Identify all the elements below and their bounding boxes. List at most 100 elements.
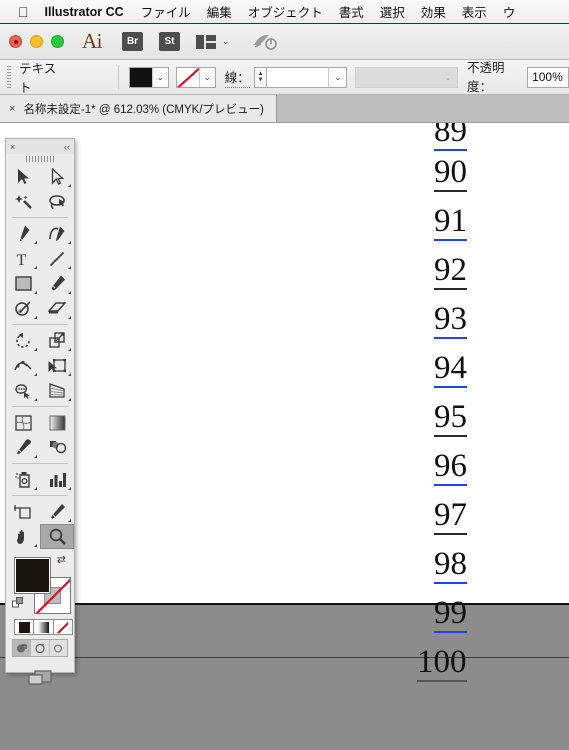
tools-divider [12, 406, 68, 407]
stroke-weight-stepper[interactable]: ▲ ▼ [253, 66, 267, 88]
tools-panel-header: × ‹‹ [6, 139, 74, 154]
fill-color-control[interactable]: ⌄ [128, 66, 169, 88]
color-mode-buttons [14, 619, 73, 635]
stroke-swatch-none-icon[interactable] [176, 67, 199, 87]
artboard-guide-line [0, 657, 569, 658]
window-zoom-button[interactable] [51, 35, 64, 48]
fill-color-swatch[interactable] [14, 557, 51, 594]
flyout-indicator-icon [34, 398, 37, 401]
zoom-tool[interactable] [40, 524, 74, 549]
normal-screen-mode-button[interactable] [13, 640, 32, 656]
width-tool[interactable] [6, 353, 40, 378]
full-screen-with-menu-button[interactable] [31, 640, 50, 656]
free-transform-tool[interactable] [40, 353, 74, 378]
menu-item-view[interactable]: 表示 [462, 2, 487, 21]
control-bar-grip[interactable] [6, 66, 14, 88]
curvature-tool[interactable] [40, 221, 74, 246]
canvas-number[interactable]: 96 [434, 450, 467, 486]
eyedropper-tool[interactable] [6, 435, 40, 460]
stroke-weight-field[interactable]: ⌄ [266, 66, 348, 88]
type-tool[interactable]: T [6, 246, 40, 271]
menu-item-file[interactable]: ファイル [141, 2, 191, 21]
menu-item-object[interactable]: オブジェクト [248, 2, 323, 21]
document-tab[interactable]: × 名称未設定-1* @ 612.03% (CMYK/プレビュー) [0, 95, 277, 122]
canvas-number[interactable]: 98 [434, 548, 467, 584]
stroke-weight-chevron-down-icon[interactable]: ⌄ [328, 67, 347, 87]
close-icon[interactable]: × [9, 103, 15, 115]
gradient-tool[interactable] [40, 410, 74, 435]
magic-wand-tool[interactable] [6, 189, 40, 214]
canvas-number[interactable]: 94 [434, 352, 467, 388]
menu-item-edit[interactable]: 編集 [207, 2, 232, 21]
canvas-number[interactable]: 89 [434, 123, 467, 151]
close-icon[interactable]: × [10, 142, 15, 152]
menu-app-name[interactable]: Illustrator CC [45, 5, 124, 19]
canvas-number[interactable]: 90 [434, 156, 467, 192]
lasso-tool[interactable] [40, 189, 74, 214]
flyout-indicator-icon [68, 266, 71, 269]
control-bar: テキスト ⌄ ⌄ 線： ▲ ▼ ⌄ ⌄ 不透明度： 100% [0, 57, 569, 97]
rotate-tool[interactable] [6, 328, 40, 353]
fill-swatch[interactable] [129, 67, 152, 87]
default-fill-stroke-icon[interactable] [12, 597, 25, 610]
collapse-icon[interactable]: ‹‹ [64, 142, 70, 152]
rocket-launch-icon[interactable] [252, 33, 278, 51]
pen-tool[interactable] [6, 221, 40, 246]
opacity-value[interactable]: 100% [532, 70, 563, 84]
canvas-number[interactable]: 91 [434, 205, 467, 241]
solid-color-button[interactable] [14, 619, 35, 635]
slice-tool[interactable] [40, 499, 74, 524]
shape-builder-tool[interactable] [6, 378, 40, 403]
stepper-down-icon[interactable]: ▼ [258, 77, 264, 83]
artboard-tool[interactable] [6, 499, 40, 524]
canvas-number[interactable]: 95 [434, 401, 467, 437]
canvas-number-value: 93 [434, 301, 467, 337]
flyout-indicator-icon [34, 544, 37, 547]
canvas-number[interactable]: 93 [434, 303, 467, 339]
shaper-tool[interactable] [6, 296, 40, 321]
column-graph-tool[interactable] [40, 467, 74, 492]
tools-panel[interactable]: × ‹‹ T ⇄ [5, 138, 75, 685]
canvas-number[interactable]: 100 [417, 646, 467, 682]
gradient-button[interactable] [33, 619, 54, 635]
stroke-dropdown-chevron-down-icon[interactable]: ⌄ [198, 67, 215, 87]
window-minimize-button[interactable] [30, 35, 43, 48]
scale-tool[interactable] [40, 328, 74, 353]
rectangle-tool[interactable] [6, 271, 40, 296]
bridge-button[interactable]: Br [122, 32, 143, 51]
opacity-label[interactable]: 不透明度： [466, 57, 524, 97]
document-canvas[interactable]: 89 90 91 92 93 94 95 96 97 98 99 100 [0, 123, 569, 750]
menu-item-effect[interactable]: 効果 [421, 2, 446, 21]
canvas-number[interactable]: 97 [434, 499, 467, 535]
paintbrush-tool[interactable] [40, 271, 74, 296]
selection-tool[interactable] [6, 164, 40, 189]
change-screen-mode-control[interactable] [6, 665, 74, 691]
perspective-grid-tool[interactable] [40, 378, 74, 403]
menu-item-type[interactable]: 書式 [339, 2, 364, 21]
workspace-switcher[interactable]: ⌄ [196, 34, 230, 49]
canvas-number[interactable]: 99 [434, 597, 467, 633]
swap-fill-stroke-icon[interactable]: ⇄ [57, 553, 66, 566]
mesh-tool[interactable] [6, 410, 40, 435]
direct-selection-tool[interactable] [40, 164, 74, 189]
artboard[interactable] [0, 123, 569, 605]
canvas-number-value: 97 [434, 497, 467, 533]
tools-divider [12, 463, 68, 464]
window-close-button[interactable] [9, 35, 22, 48]
hand-tool[interactable] [6, 524, 40, 549]
none-color-button[interactable] [52, 619, 73, 635]
blend-tool[interactable] [40, 435, 74, 460]
line-segment-tool[interactable] [40, 246, 74, 271]
stroke-weight-label[interactable]: 線： [224, 67, 250, 88]
tools-panel-grip[interactable] [6, 154, 74, 164]
symbol-sprayer-tool[interactable] [6, 467, 40, 492]
full-screen-button[interactable] [50, 640, 67, 656]
stroke-color-control[interactable]: ⌄ [175, 66, 216, 88]
canvas-number[interactable]: 92 [434, 254, 467, 290]
eraser-tool[interactable] [40, 296, 74, 321]
fill-dropdown-chevron-down-icon[interactable]: ⌄ [151, 67, 168, 87]
apple-logo-icon[interactable]:  [18, 5, 29, 19]
menu-item-select[interactable]: 選択 [380, 2, 405, 21]
menu-item-window[interactable]: ウ [503, 2, 516, 21]
stock-button[interactable]: St [159, 32, 180, 51]
